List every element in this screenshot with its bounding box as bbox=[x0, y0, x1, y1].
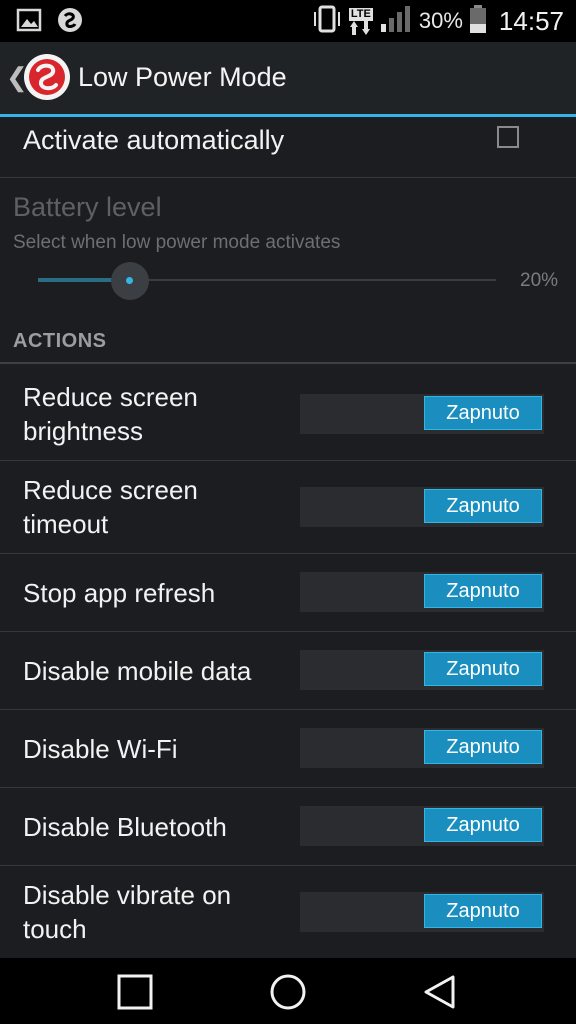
status-bar: LTE 30% 14:57 bbox=[0, 0, 576, 42]
action-row-disable-wifi: Disable Wi-Fi Zapnuto bbox=[0, 710, 576, 787]
battery-level-title: Battery level bbox=[13, 192, 162, 222]
reduce-timeout-switch[interactable]: Zapnuto bbox=[300, 487, 544, 527]
battery-level-summary: Select when low power mode activates bbox=[13, 232, 341, 253]
switch-on-thumb[interactable]: Zapnuto bbox=[424, 396, 542, 430]
reduce-brightness-switch[interactable]: Zapnuto bbox=[300, 394, 544, 434]
signal-icon bbox=[379, 4, 413, 39]
action-row-stop-app-refresh: Stop app refresh Zapnuto bbox=[0, 554, 576, 631]
battery-percent: 30% bbox=[418, 8, 463, 33]
lte-data-icon: LTE bbox=[348, 7, 373, 35]
activate-automatically-label: Activate automatically bbox=[23, 125, 285, 155]
vibrate-icon bbox=[311, 4, 343, 39]
disable-vibrate-switch[interactable]: Zapnuto bbox=[300, 892, 544, 932]
status-bar-left bbox=[16, 6, 84, 39]
switch-on-thumb[interactable]: Zapnuto bbox=[424, 652, 542, 686]
divider bbox=[0, 177, 576, 178]
battery-level-pref: Battery level Select when low power mode… bbox=[0, 179, 576, 329]
recents-square-icon[interactable] bbox=[113, 970, 157, 1014]
switch-on-thumb[interactable]: Zapnuto bbox=[424, 574, 542, 608]
switch-on-thumb[interactable]: Zapnuto bbox=[424, 808, 542, 842]
qualcomm-logo[interactable] bbox=[22, 52, 72, 102]
switch-on-thumb[interactable]: Zapnuto bbox=[424, 894, 542, 928]
disable-bluetooth-switch[interactable]: Zapnuto bbox=[300, 806, 544, 846]
action-label: Reduce screen brightness bbox=[23, 382, 198, 446]
disable-wifi-switch[interactable]: Zapnuto bbox=[300, 728, 544, 768]
stop-app-refresh-switch[interactable]: Zapnuto bbox=[300, 572, 544, 612]
action-label: Disable mobile data bbox=[23, 656, 252, 686]
app-notification-icon bbox=[56, 6, 84, 39]
status-bar-right: LTE 30% 14:57 bbox=[311, 4, 564, 38]
activate-automatically-row[interactable]: Activate automatically bbox=[0, 117, 576, 177]
action-label: Stop app refresh bbox=[23, 578, 216, 608]
home-circle-icon[interactable] bbox=[266, 970, 310, 1014]
action-row-reduce-screen-timeout: Reduce screen timeout Zapnuto bbox=[0, 461, 576, 553]
action-row-disable-vibrate-on-touch: Disable vibrate on touch Zapnuto bbox=[0, 866, 576, 958]
action-label: Reduce screen timeout bbox=[23, 475, 198, 539]
action-label: Disable Wi-Fi bbox=[23, 734, 178, 764]
switch-on-thumb[interactable]: Zapnuto bbox=[424, 730, 542, 764]
action-row-disable-bluetooth: Disable Bluetooth Zapnuto bbox=[0, 788, 576, 865]
action-bar: ❮ Low Power Mode bbox=[0, 42, 576, 114]
clock: 14:57 bbox=[498, 5, 564, 36]
action-row-reduce-screen-brightness: Reduce screen brightness Zapnuto bbox=[0, 364, 576, 460]
action-label: Disable vibrate on touch bbox=[23, 880, 232, 944]
back-triangle-icon[interactable] bbox=[418, 970, 462, 1014]
navigation-bar bbox=[0, 958, 576, 1024]
lte-label: LTE bbox=[348, 7, 373, 21]
activate-automatically-checkbox[interactable] bbox=[497, 126, 519, 148]
action-label: Disable Bluetooth bbox=[23, 812, 227, 842]
switch-on-thumb[interactable]: Zapnuto bbox=[424, 489, 542, 523]
page-title: Low Power Mode bbox=[78, 62, 287, 92]
battery-level-value: 20% bbox=[520, 270, 559, 291]
battery-icon bbox=[469, 4, 487, 39]
image-icon bbox=[16, 7, 42, 38]
action-row-disable-mobile-data: Disable mobile data Zapnuto bbox=[0, 632, 576, 709]
actions-section-header: ACTIONS bbox=[13, 330, 107, 352]
disable-mobile-data-switch[interactable]: Zapnuto bbox=[300, 650, 544, 690]
